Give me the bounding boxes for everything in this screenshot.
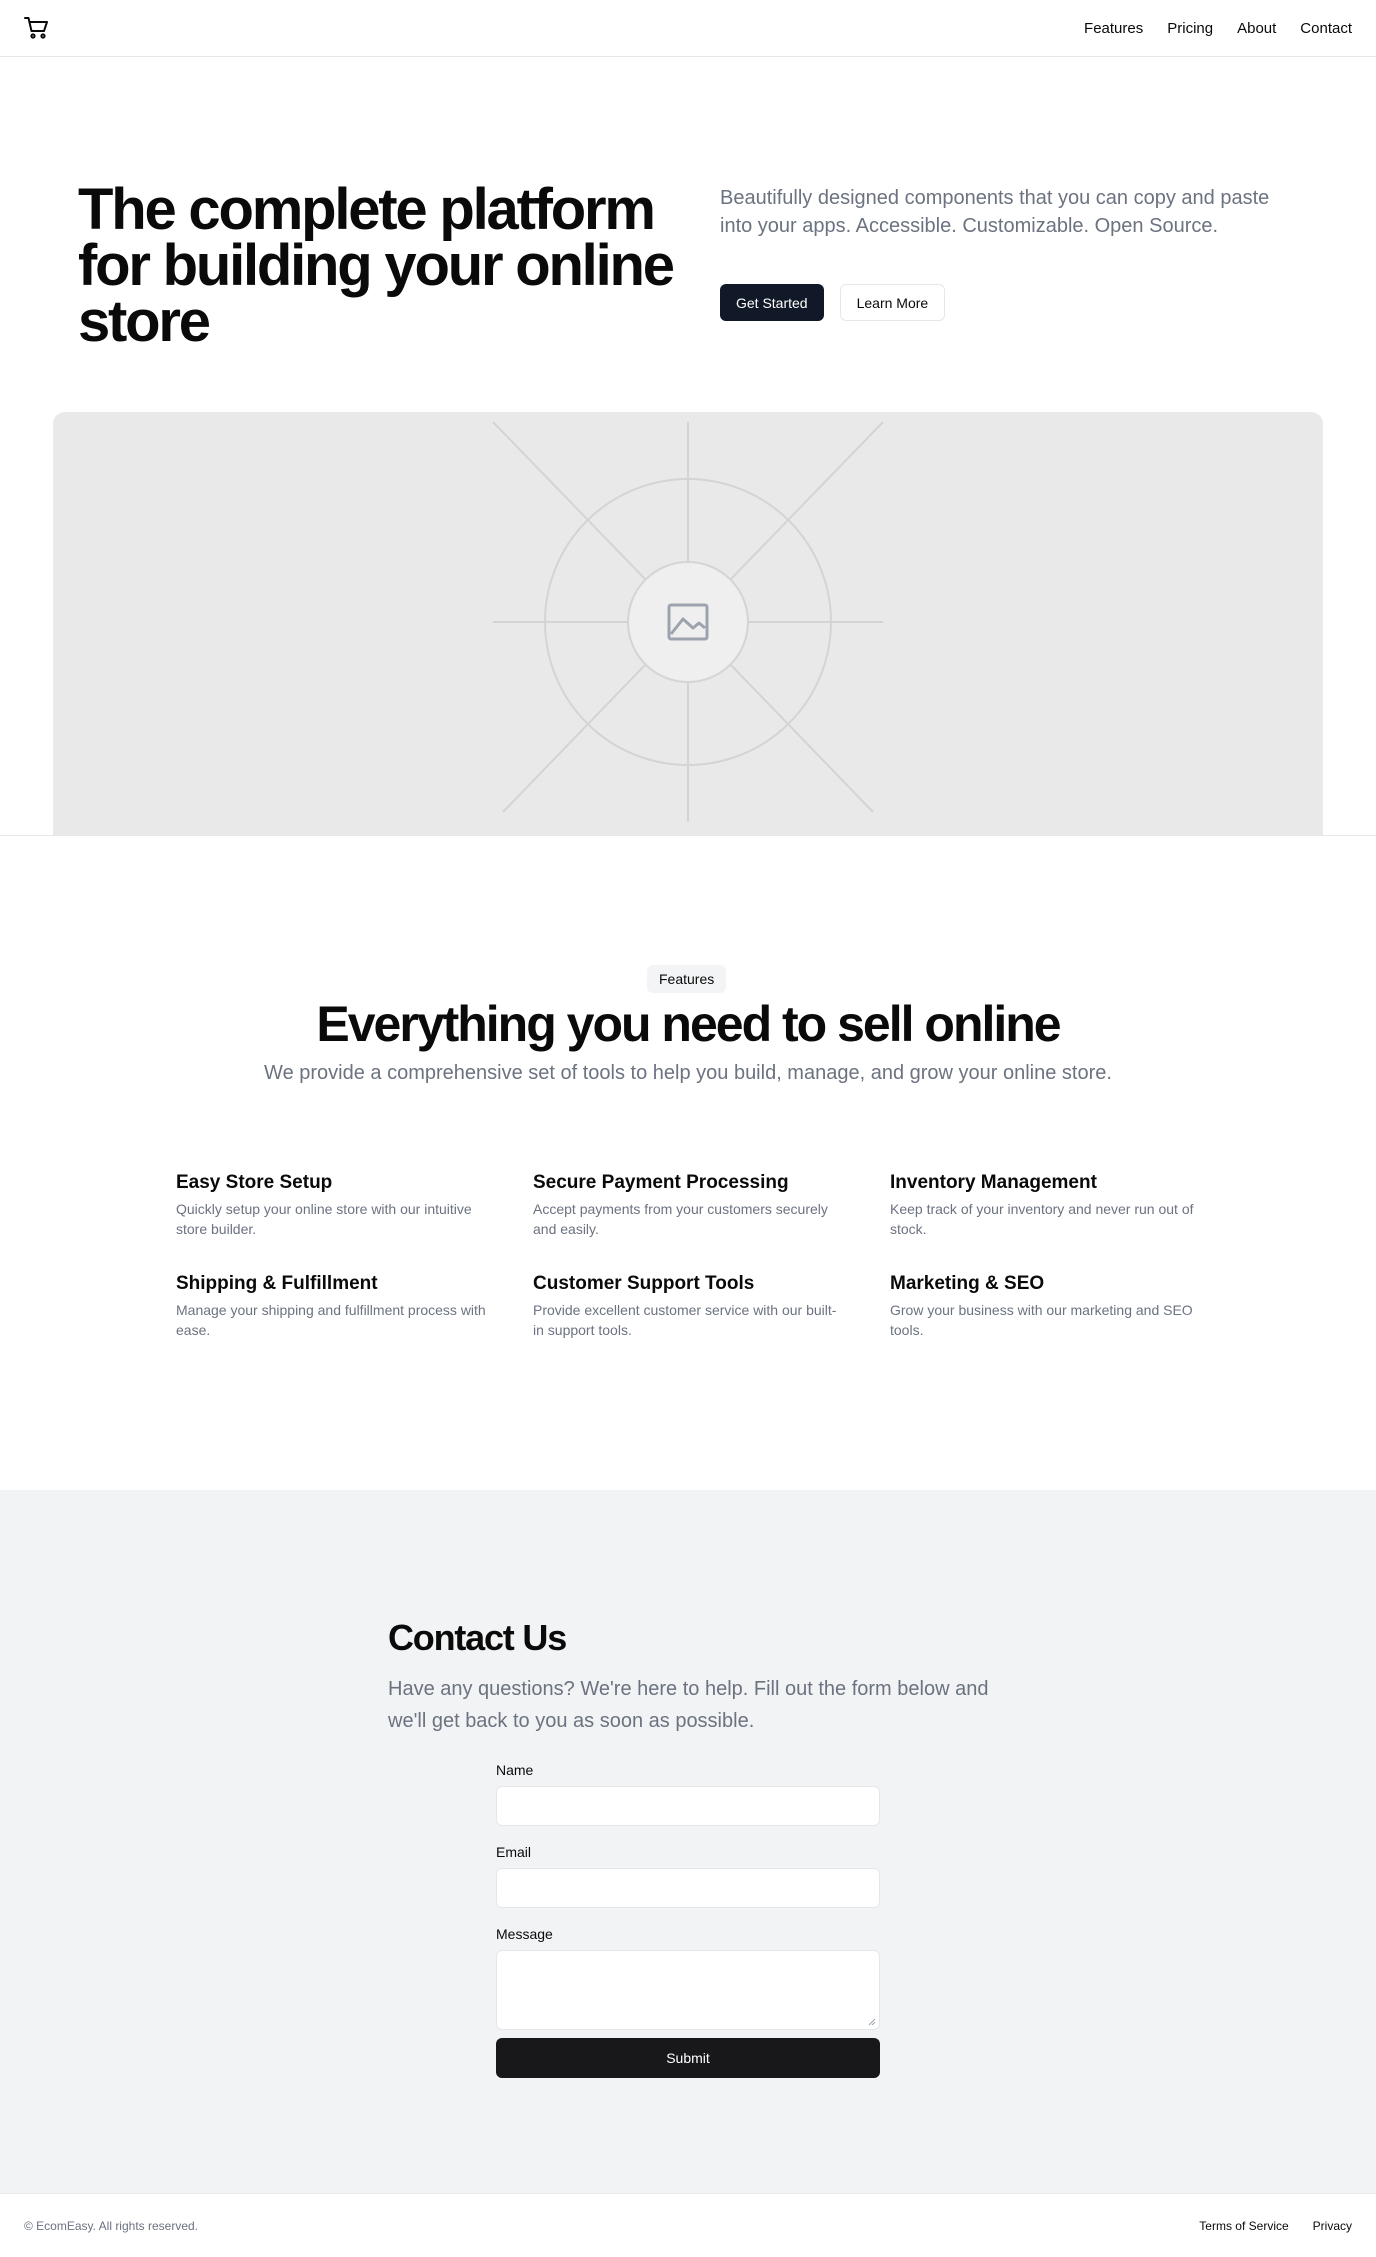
feature-description: Provide excellent customer service with … [533,1302,837,1338]
feature-item: Shipping & Fulfillment Manage your shipp… [176,1271,533,1340]
feature-description: Accept payments from your customers secu… [533,1201,828,1237]
feature-description: Grow your business with our marketing an… [890,1302,1193,1338]
main-nav: Features Pricing About Contact [1084,0,1352,57]
hero-title: The complete platform for building your … [78,177,675,354]
hero-actions: Get Started Learn More [720,284,946,321]
feature-title: Easy Store Setup [176,1172,333,1193]
features-grid: Easy Store Setup Quickly setup your onli… [176,1170,1200,1340]
feature-description: Quickly setup your online store with our… [176,1201,472,1237]
feature-item: Easy Store Setup Quickly setup your onli… [176,1170,533,1239]
message-label: Message [496,1926,553,1942]
features-badge: Features [647,965,727,993]
nav-link-about[interactable]: About [1237,20,1276,37]
contact-section: Contact Us Have any questions? We're her… [0,1490,1376,2193]
email-input[interactable] [496,1868,880,1908]
learn-more-button[interactable]: Learn More [839,284,946,321]
features-subtitle: We provide a comprehensive set of tools … [264,1062,1112,1084]
name-label: Name [496,1762,534,1778]
privacy-link[interactable]: Privacy [1313,2219,1352,2233]
contact-title: Contact Us [388,1617,567,1658]
nav-link-contact[interactable]: Contact [1300,20,1352,37]
feature-title: Shipping & Fulfillment [176,1273,378,1294]
hero-image-placeholder [53,412,1323,836]
feature-description: Keep track of your inventory and never r… [890,1201,1194,1237]
feature-title: Secure Payment Processing [533,1172,789,1193]
feature-item: Marketing & SEO Grow your business with … [890,1271,1200,1340]
site-header: Features Pricing About Contact [0,0,1376,57]
feature-item: Secure Payment Processing Accept payment… [533,1170,890,1239]
feature-title: Marketing & SEO [890,1273,1045,1294]
placeholder-pattern [492,421,884,822]
get-started-button[interactable]: Get Started [720,284,824,321]
footer-links: Terms of Service Privacy [1199,2194,1352,2257]
feature-title: Inventory Management [890,1172,1097,1193]
resize-handle-icon[interactable] [868,2018,876,2026]
feature-title: Customer Support Tools [533,1273,755,1294]
nav-link-pricing[interactable]: Pricing [1167,20,1213,37]
features-title: Everything you need to sell online [316,996,1061,1052]
email-label: Email [496,1844,532,1860]
message-textarea[interactable] [496,1950,880,2030]
nav-link-features[interactable]: Features [1084,20,1143,37]
site-footer: © EcomEasy. All rights reserved. Terms o… [0,2193,1376,2257]
submit-button[interactable]: Submit [496,2038,880,2078]
feature-item: Inventory Management Keep track of your … [890,1170,1200,1239]
shopping-cart-icon[interactable] [24,16,50,40]
terms-of-service-link[interactable]: Terms of Service [1199,2219,1288,2233]
feature-description: Manage your shipping and fulfillment pro… [176,1302,486,1338]
hero-subtitle: Beautifully designed components that you… [720,187,1270,237]
copyright-text: © EcomEasy. All rights reserved. [24,2219,199,2233]
contact-subtitle: Have any questions? We're here to help. … [388,1678,989,1732]
name-input[interactable] [496,1786,880,1826]
contact-form: Name Email Message Submit [496,1760,880,2078]
section-divider [0,835,1376,836]
feature-item: Customer Support Tools Provide excellent… [533,1271,890,1340]
